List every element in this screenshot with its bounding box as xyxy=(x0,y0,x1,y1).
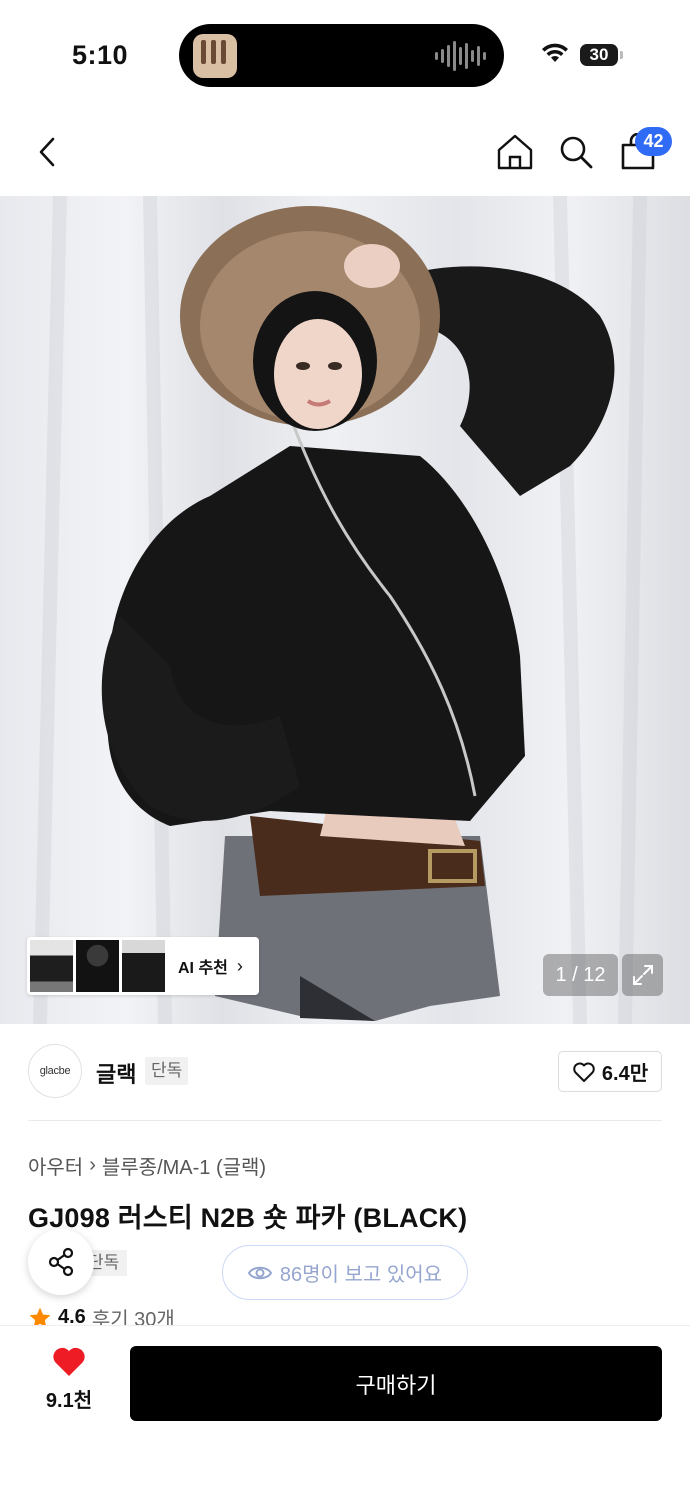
home-icon xyxy=(497,134,533,170)
divider xyxy=(28,1120,662,1121)
image-counter: 1 / 12 xyxy=(543,954,618,996)
viewers-text: 86명이 보고 있어요 xyxy=(279,1264,443,1286)
ai-thumbnail-1 xyxy=(30,940,73,992)
battery-tip xyxy=(620,51,623,59)
brand-like-button[interactable]: 6.4만 xyxy=(558,1051,662,1092)
search-button[interactable] xyxy=(552,128,600,176)
ai-thumbnail-3 xyxy=(122,940,165,992)
top-nav xyxy=(0,110,690,196)
expand-icon xyxy=(632,965,653,985)
dynamic-island xyxy=(179,24,504,87)
fullscreen-button[interactable] xyxy=(622,954,663,996)
back-button[interactable] xyxy=(24,128,72,176)
battery-indicator: 30 xyxy=(580,44,618,66)
status-time: 5:10 xyxy=(72,40,129,70)
product-title: GJ098 러스티 N2B 숏 파카 (BLACK) xyxy=(28,1203,468,1233)
audio-wave-icon xyxy=(435,40,486,72)
brand-name[interactable]: 글랙 xyxy=(96,1057,136,1089)
wishlist-count: 9.1천 xyxy=(45,1390,93,1412)
share-button[interactable] xyxy=(28,1229,94,1295)
search-icon xyxy=(560,136,593,169)
viewers-indicator: 86명이 보고 있어요 xyxy=(222,1245,468,1300)
brand-exclusive-badge: 단독 xyxy=(145,1057,189,1085)
cart-count-badge: 42 xyxy=(635,127,672,156)
product-image-carousel[interactable] xyxy=(0,196,690,1024)
eye-icon xyxy=(247,1266,272,1279)
buy-button[interactable]: 구매하기 xyxy=(130,1346,662,1421)
heart-outline-icon xyxy=(573,1062,595,1082)
bottom-action-bar: 9.1천 구매하기 xyxy=(0,1325,690,1500)
wishlist-button[interactable]: 9.1천 xyxy=(30,1346,108,1413)
status-bar: 5:10 30 xyxy=(0,0,690,110)
wifi-icon xyxy=(542,43,568,62)
ai-recommend-button[interactable]: AI 추천 › xyxy=(27,937,259,995)
brand-like-count: 6.4만 xyxy=(601,1063,649,1085)
heart-filled-icon xyxy=(53,1347,85,1376)
now-playing-artwork xyxy=(193,34,237,78)
home-button[interactable] xyxy=(491,128,539,176)
breadcrumb: 아우터 › 블루종/MA-1 (글랙) xyxy=(28,1151,266,1180)
ai-recommend-label: AI 추천 xyxy=(178,960,228,977)
share-icon xyxy=(48,1247,74,1277)
product-photo xyxy=(33,196,647,1024)
chevron-right-icon: › xyxy=(236,955,243,976)
ai-thumbnail-2 xyxy=(76,940,119,992)
brand-logo[interactable]: glacbe xyxy=(28,1044,82,1098)
breadcrumb-subcategory[interactable]: 블루종/MA-1 (글랙) xyxy=(102,1151,266,1180)
chevron-right-icon: › xyxy=(89,1154,96,1176)
chevron-left-icon xyxy=(39,137,55,167)
breadcrumb-category[interactable]: 아우터 xyxy=(28,1151,83,1180)
